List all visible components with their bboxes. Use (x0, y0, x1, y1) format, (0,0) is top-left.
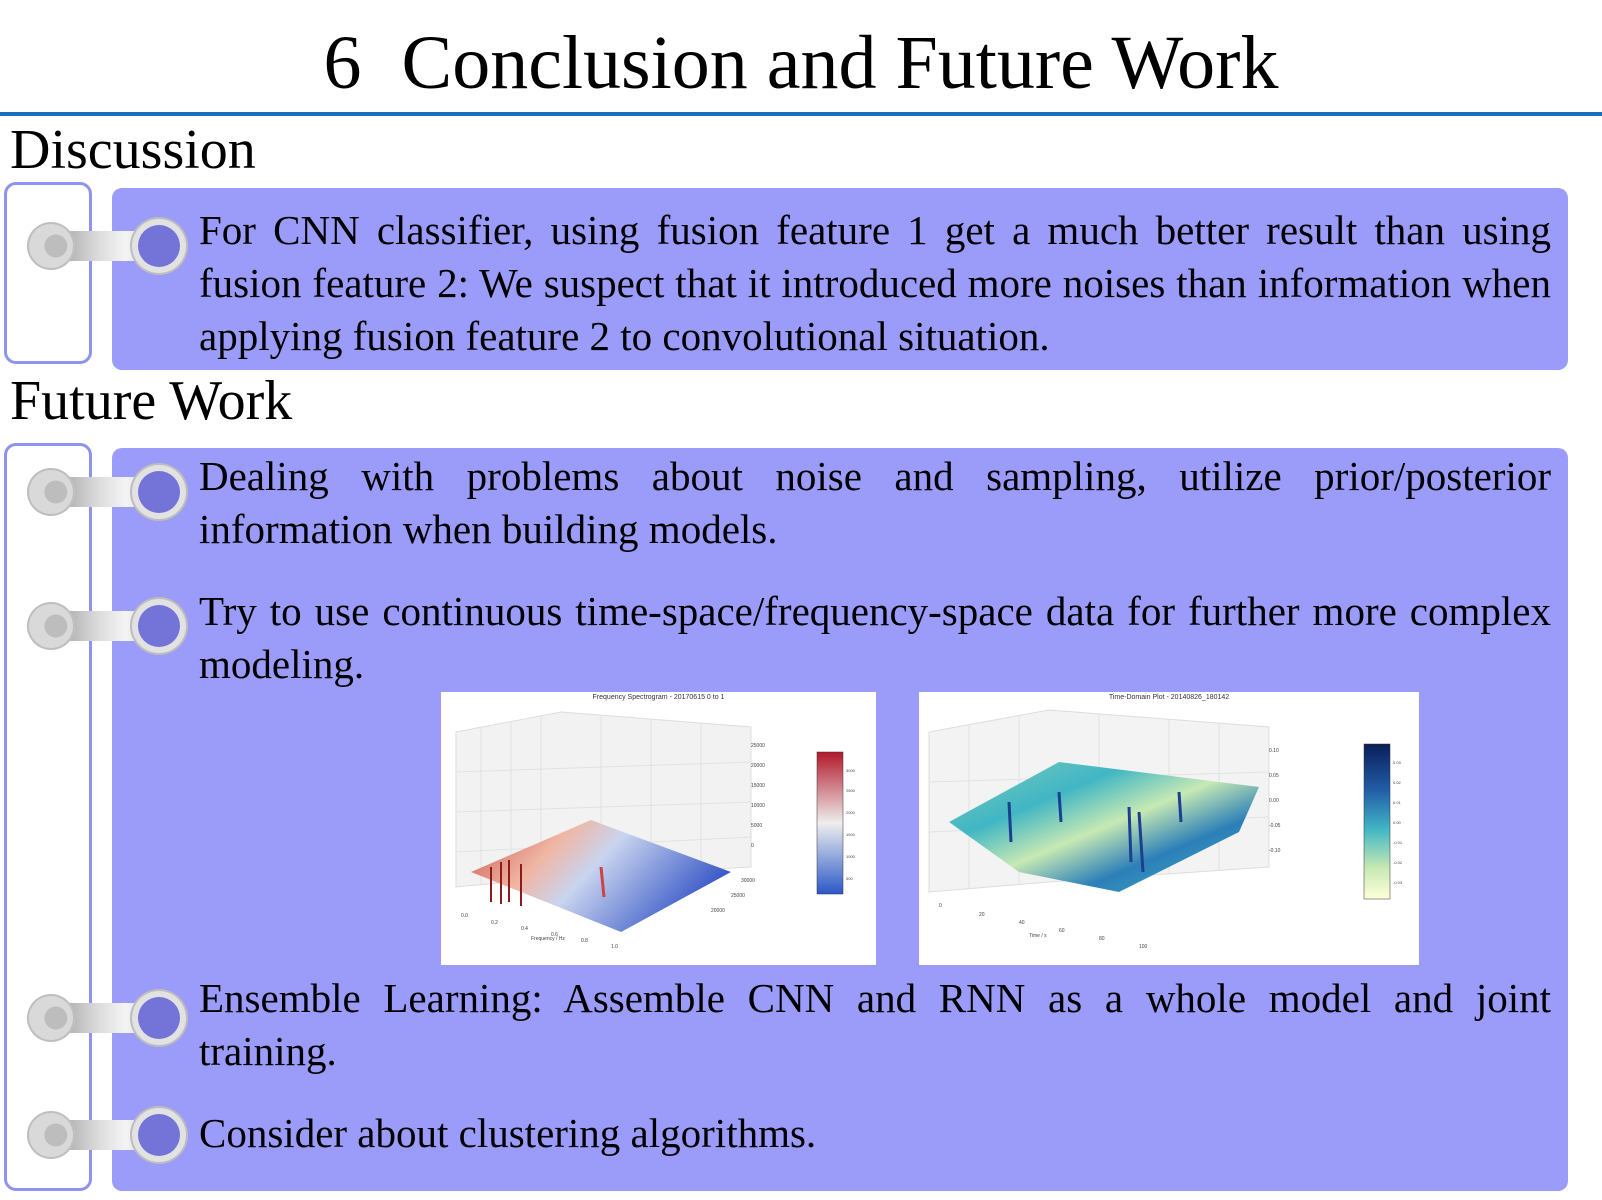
bullet-ring-icon (27, 602, 75, 650)
svg-text:0: 0 (751, 843, 754, 849)
svg-text:0.01: 0.01 (1393, 800, 1402, 805)
future-work-item-2: Try to use continuous time-space/frequen… (199, 588, 1551, 687)
svg-text:0.8: 0.8 (581, 938, 588, 944)
time-domain-figure: Time-Domain Plot - 20140826_180142 0 20 … (919, 692, 1419, 965)
section-number: 6 (323, 21, 362, 105)
title-rule (0, 112, 1602, 116)
discussion-heading: Discussion (10, 119, 256, 181)
figure-title: Frequency Spectrogram - 20170615 0 to 1 (592, 694, 725, 701)
svg-text:0.2: 0.2 (491, 920, 498, 926)
spectrogram-surface-plot: 0.00.20.4 0.60.81.0 Frequency / Hz 25000… (455, 711, 856, 950)
svg-text:25000: 25000 (731, 893, 745, 899)
svg-text:Frequency / Hz: Frequency / Hz (531, 936, 565, 942)
svg-text:15000: 15000 (751, 783, 765, 789)
discussion-item-1: For CNN classifier, using fusion feature… (199, 207, 1551, 359)
svg-text:0.02: 0.02 (1393, 780, 1402, 785)
svg-text:0.0: 0.0 (461, 913, 468, 919)
svg-text:-0.02: -0.02 (1393, 860, 1403, 865)
bullet-dot-icon (138, 605, 180, 647)
svg-text:0.03: 0.03 (1393, 760, 1402, 765)
future-work-item-3: Ensemble Learning: Assemble CNN and RNN … (199, 975, 1551, 1074)
svg-text:10000: 10000 (751, 803, 765, 809)
future-work-item-4: Consider about clustering algorithms. (199, 1110, 817, 1156)
svg-text:0.00: 0.00 (1269, 798, 1279, 804)
svg-text:-0.03: -0.03 (1393, 880, 1403, 885)
svg-text:100: 100 (1139, 944, 1148, 950)
svg-text:5000: 5000 (751, 823, 762, 829)
svg-text:3000: 3000 (846, 768, 856, 773)
svg-text:25000: 25000 (751, 743, 765, 749)
svg-text:0.10: 0.10 (1269, 748, 1279, 754)
future-work-heading: Future Work (10, 370, 293, 432)
svg-text:0.05: 0.05 (1269, 773, 1279, 779)
bullet-ring-icon (27, 1111, 75, 1159)
svg-text:0.00: 0.00 (1393, 820, 1402, 825)
bullet-dot-icon (138, 471, 180, 513)
svg-text:20000: 20000 (711, 908, 725, 914)
svg-text:20000: 20000 (751, 763, 765, 769)
frequency-spectrogram-figure: Frequency Spectrogram - 20170615 0 to 1 (441, 692, 876, 965)
svg-text:-0.01: -0.01 (1393, 840, 1403, 845)
svg-text:Time / s: Time / s (1029, 933, 1047, 939)
svg-text:0.4: 0.4 (521, 926, 528, 932)
bullet-dot-icon (138, 997, 180, 1039)
figure-title: Time-Domain Plot - 20140826_180142 (1108, 694, 1230, 701)
time-domain-surface-plot: 0 20 40 60 80 100 Time / s 0.10 0.05 0.00 -0.0… (928, 709, 1403, 950)
svg-text:2500: 2500 (846, 788, 856, 793)
svg-text:-0.10: -0.10 (1269, 848, 1281, 854)
svg-text:-0.05: -0.05 (1269, 823, 1281, 829)
bullet-ring-icon (27, 994, 75, 1042)
svg-text:1.0: 1.0 (611, 944, 618, 950)
svg-text:80: 80 (1099, 936, 1105, 942)
bullet-ring-icon (27, 222, 75, 270)
svg-text:500: 500 (846, 876, 853, 881)
slide-title: 6 Conclusion and Future Work (0, 18, 1602, 108)
svg-text:30000: 30000 (741, 878, 755, 884)
title-text: Conclusion and Future Work (401, 21, 1279, 105)
svg-text:1000: 1000 (846, 854, 856, 859)
svg-text:0: 0 (939, 903, 942, 909)
svg-text:40: 40 (1019, 920, 1025, 926)
bullet-dot-icon (138, 1114, 180, 1156)
svg-text:60: 60 (1059, 928, 1065, 934)
svg-text:2000: 2000 (846, 810, 856, 815)
bullet-dot-icon (138, 225, 180, 267)
future-work-bracket (4, 443, 92, 1191)
bullet-ring-icon (27, 468, 75, 516)
svg-text:1500: 1500 (846, 832, 856, 837)
future-work-item-1: Dealing with problems about noise and sa… (199, 453, 1551, 552)
discussion-bracket (4, 182, 92, 364)
svg-text:20: 20 (979, 912, 985, 918)
